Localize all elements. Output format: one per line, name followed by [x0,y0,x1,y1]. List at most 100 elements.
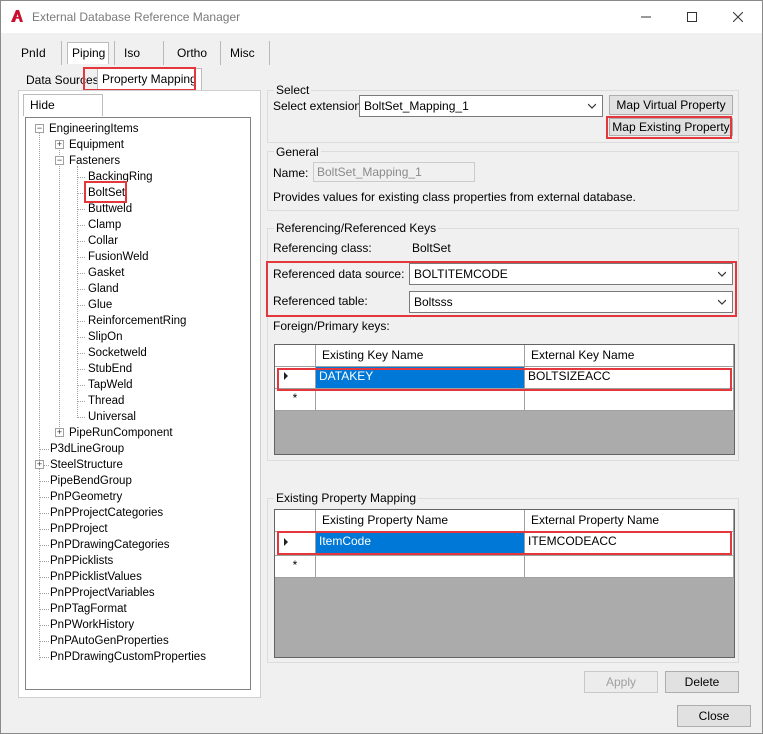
tree-node-thread[interactable]: Thread [88,394,124,408]
tree-node-pnpautogenproperties[interactable]: PnPAutoGenProperties [50,634,169,648]
column-header[interactable]: External Property Name [525,510,734,532]
expand-icon[interactable]: + [35,460,44,469]
tree-line [77,241,85,242]
expand-icon[interactable]: + [55,140,64,149]
referenced-source-select[interactable]: BOLTITEMCODE [409,263,733,285]
tree-node-fasteners[interactable]: Fasteners [69,154,120,168]
tab-piping[interactable]: Piping [67,42,109,64]
tree-node-pnpproject[interactable]: PnPProject [50,522,108,536]
tree-node-pipebendgroup[interactable]: PipeBendGroup [50,474,132,488]
tree-node-tapweld[interactable]: TapWeld [88,378,133,392]
tree-node-p3dlinegroup[interactable]: P3dLineGroup [50,442,124,456]
tree-node-engineeringitems[interactable]: EngineeringItems [49,122,139,136]
table-cell[interactable]: ItemCode [316,532,525,556]
tree-node-universal[interactable]: Universal [88,410,136,424]
tree-node-stubend[interactable]: StubEnd [88,362,132,376]
tree-node-pnpprojectvariables[interactable]: PnPProjectVariables [50,586,155,600]
column-header[interactable]: Existing Property Name [316,510,525,532]
tree-line [77,353,85,354]
maximize-icon [687,11,697,22]
map-virtual-property-button[interactable]: Map Virtual Property [609,95,733,115]
tree-line [39,497,49,498]
tree-node-pnppicklists[interactable]: PnPPicklists [50,554,113,568]
tree-line [77,209,85,210]
tab-ortho[interactable]: Ortho [173,43,211,65]
maximize-button[interactable] [669,1,715,32]
tree-node-slipon[interactable]: SlipOn [88,330,123,344]
table-cell[interactable] [525,556,734,578]
column-header[interactable]: Existing Key Name [316,345,525,367]
column-header[interactable]: External Key Name [525,345,734,367]
chevron-down-icon [588,103,596,109]
table-cell[interactable]: ITEMCODEACC [525,532,734,556]
tree-node-glue[interactable]: Glue [88,298,112,312]
tree-line [77,401,85,402]
referencing-class-label: Referencing class: [273,241,372,255]
collapse-icon[interactable]: − [55,156,64,165]
tree-node-pnpprojectcategories[interactable]: PnPProjectCategories [50,506,163,520]
map-existing-property-button[interactable]: Map Existing Property [609,118,733,136]
tab-iso[interactable]: Iso [120,43,144,65]
tab-property-mapping[interactable]: Property Mapping [97,68,202,90]
extension-select[interactable]: BoltSet_Mapping_1 [359,95,603,117]
tree-node-piperuncomponent[interactable]: PipeRunComponent [69,426,173,440]
delete-button[interactable]: Delete [665,671,739,693]
tree-line [39,609,49,610]
tree-node-fusionweld[interactable]: FusionWeld [88,250,149,264]
dialog-window: External Database Reference Manager PnId… [0,0,763,734]
tab-pnid[interactable]: PnId [17,43,50,65]
row-selector[interactable] [275,532,316,556]
tree-node-boltset[interactable]: BoltSet [88,186,125,200]
row-selector[interactable] [275,367,316,389]
tab-divider [269,41,270,65]
minimize-button[interactable] [623,1,669,32]
close-button[interactable]: Close [677,705,751,727]
expand-icon[interactable]: + [55,428,64,437]
close-window-button[interactable] [715,1,761,32]
table-cell[interactable]: DATAKEY [316,367,525,389]
table-cell[interactable]: BOLTSIZEACC [525,367,734,389]
tree-node-gasket[interactable]: Gasket [88,266,124,280]
tree-node-pnpgeometry[interactable]: PnPGeometry [50,490,122,504]
referenced-table-select[interactable]: Boltsss [409,291,733,313]
select-group-label: Select [274,83,312,97]
general-group-label: General [274,145,321,159]
referenced-source-label: Referenced data source: [273,267,405,281]
select-extension-label: Select extension [273,99,362,113]
class-tree: − EngineeringItems + Equipment − Fastene… [25,117,251,690]
tree-line [77,321,85,322]
tree-node-socketweld[interactable]: Socketweld [88,346,147,360]
row-header-corner [275,510,316,532]
tree-line [77,273,85,274]
tree-node-gland[interactable]: Gland [88,282,119,296]
tree-line [77,369,85,370]
tree-node-equipment[interactable]: Equipment [69,138,124,152]
table-cell[interactable] [316,389,525,411]
table-cell[interactable] [316,556,525,578]
tree-node-pnpdrawingcustomproperties[interactable]: PnPDrawingCustomProperties [50,650,206,664]
name-label: Name: [273,166,309,180]
table-cell[interactable] [525,389,734,411]
tab-hide-unused[interactable]: Hide Unused [23,94,103,132]
tree-node-collar[interactable]: Collar [88,234,118,248]
tree-node-backingring[interactable]: BackingRing [88,170,153,184]
tree-line [77,417,85,418]
tree-node-pnpdrawingcategories[interactable]: PnPDrawingCategories [50,538,170,552]
tab-misc[interactable]: Misc [226,43,259,65]
referenced-table-label: Referenced table: [273,294,368,308]
tree-node-pnpworkhistory[interactable]: PnPWorkHistory [50,618,134,632]
tree-line [77,166,78,416]
tab-data-sources[interactable]: Data Sources [22,70,103,92]
tree-line [77,225,85,226]
collapse-icon[interactable]: − [35,124,44,133]
foreign-keys-label: Foreign/Primary keys: [273,319,390,333]
tree-line [39,130,40,660]
tree-node-pnppicklistvalues[interactable]: PnPPicklistValues [50,570,142,584]
tree-node-reinforcementring[interactable]: ReinforcementRing [88,314,186,328]
apply-button[interactable]: Apply [584,671,658,693]
tree-node-steelstructure[interactable]: SteelStructure [50,458,123,472]
tree-node-buttweld[interactable]: Buttweld [88,202,132,216]
tree-node-clamp[interactable]: Clamp [88,218,121,232]
name-field[interactable]: BoltSet_Mapping_1 [313,162,475,182]
tree-node-pnptagformat[interactable]: PnPTagFormat [50,602,127,616]
